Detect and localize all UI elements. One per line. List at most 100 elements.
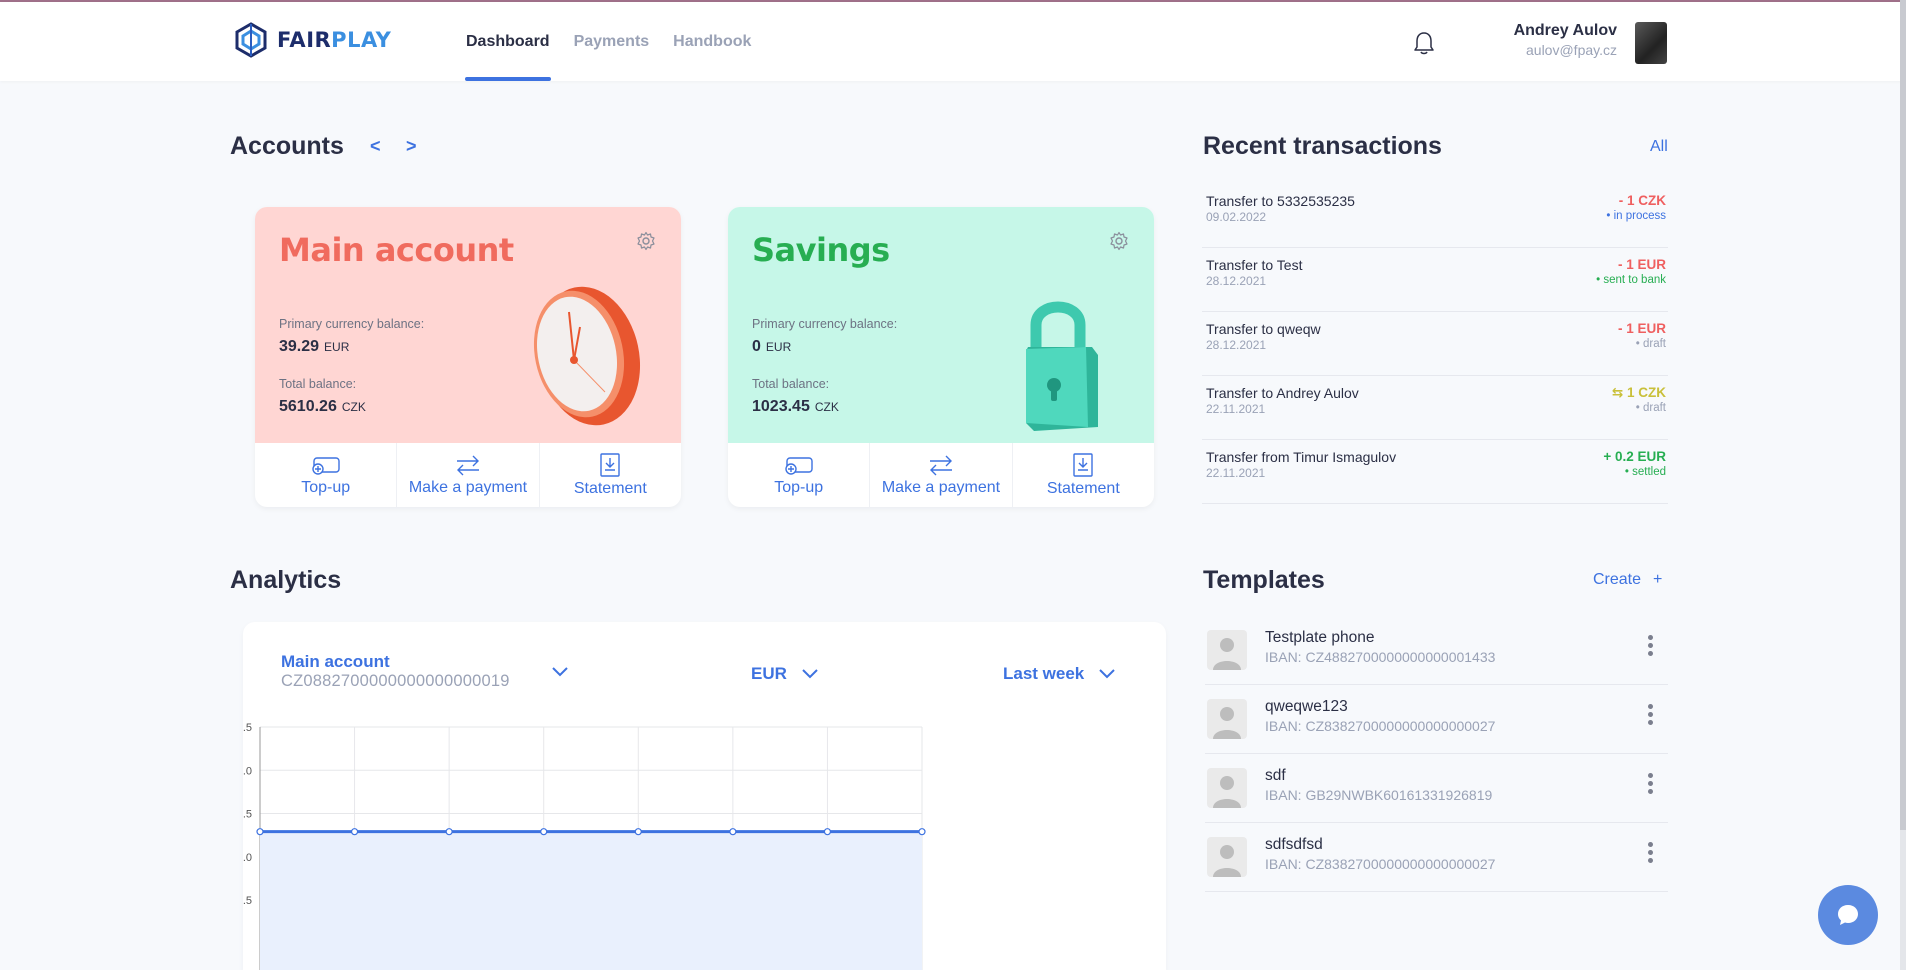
chat-bubble-icon <box>1838 905 1858 925</box>
nav-dashboard[interactable]: Dashboard <box>465 2 551 81</box>
avatar[interactable] <box>1635 22 1667 64</box>
template-row[interactable]: qweqwe123 IBAN: CZ8382700000000000000027 <box>1205 685 1668 754</box>
account-card-main[interactable]: Main account Primary currency balance: 3… <box>255 207 681 507</box>
transaction-date: 28.12.2021 <box>1206 274 1267 288</box>
topup-button[interactable]: Top-up <box>255 443 398 507</box>
transactions-title: Recent transactions <box>1203 132 1442 160</box>
transaction-row[interactable]: Transfer to qweqw 28.12.2021 - 1 EUR • d… <box>1202 312 1668 376</box>
brand-part1: FAIR <box>277 28 332 52</box>
primary-balance-label: Primary currency balance: <box>279 317 425 331</box>
statement-label: Statement <box>573 479 647 497</box>
template-name: Testplate phone <box>1265 629 1375 646</box>
templates-title: Templates <box>1203 566 1325 594</box>
y-tick-label: 40.5 <box>243 722 252 734</box>
topup-button[interactable]: Top-up <box>728 443 871 507</box>
gear-icon[interactable] <box>1109 231 1129 256</box>
transaction-status: • settled <box>1624 466 1666 478</box>
transaction-name: Transfer to Andrey Aulov <box>1206 385 1359 401</box>
transaction-row[interactable]: Transfer to Test 28.12.2021 - 1 EUR • se… <box>1202 248 1668 312</box>
topup-label: Top-up <box>301 478 351 496</box>
transaction-status: • draft <box>1635 338 1666 350</box>
logo[interactable]: FAIRPLAY <box>233 20 391 60</box>
nav-payments[interactable]: Payments <box>574 2 650 81</box>
transaction-row[interactable]: Transfer from Timur Ismagulov 22.11.2021… <box>1202 440 1668 504</box>
chart-point[interactable] <box>350 828 359 836</box>
user-info[interactable]: Andrey Aulov aulov@fpay.cz <box>1514 22 1617 58</box>
user-name: Andrey Aulov <box>1513 22 1617 39</box>
header: FAIRPLAY Dashboard Payments Handbook And… <box>0 2 1906 81</box>
transaction-name: Transfer to 5332535235 <box>1206 193 1355 209</box>
more-vertical-icon[interactable] <box>1648 773 1654 794</box>
transactions-list: Transfer to 5332535235 09.02.2022 - 1 CZ… <box>1202 184 1668 504</box>
template-name: qweqwe123 <box>1265 698 1348 715</box>
primary-balance-currency: EUR <box>324 340 350 354</box>
transaction-amount: - 1 EUR <box>1617 257 1666 272</box>
primary-balance-currency: EUR <box>765 340 792 354</box>
logo-icon <box>235 22 267 58</box>
y-tick-label: 40.0 <box>243 765 252 777</box>
transaction-row[interactable]: Transfer to Andrey Aulov 22.11.2021 ⇆ 1 … <box>1202 376 1668 440</box>
more-vertical-icon[interactable] <box>1648 842 1654 863</box>
card-actions: Top-up Make a payment Statement <box>255 443 681 507</box>
chart-point[interactable] <box>729 828 737 836</box>
transaction-status: • sent to bank <box>1596 274 1666 286</box>
total-balance-currency: CZK <box>341 400 366 414</box>
total-balance-amount: 5610.26 <box>279 398 337 415</box>
transaction-amount: - 1 EUR <box>1617 321 1666 336</box>
wallet-plus-icon <box>311 456 340 475</box>
make-payment-button[interactable]: Make a payment <box>397 443 540 507</box>
primary-balance-value: 0 EUR <box>752 338 791 356</box>
page-scrollbar[interactable] <box>1900 0 1906 970</box>
accounts-next-button[interactable]: > <box>406 136 417 157</box>
gear-icon[interactable] <box>636 231 656 256</box>
card-actions: Top-up Make a payment Statement <box>728 443 1154 507</box>
make-payment-button[interactable]: Make a payment <box>870 443 1013 507</box>
chart-point[interactable] <box>823 828 832 836</box>
padlock-illustration <box>1026 301 1098 431</box>
plus-icon: + <box>1653 571 1663 588</box>
transaction-amount: - 1 CZK <box>1618 193 1666 208</box>
chart-point[interactable] <box>918 828 926 836</box>
analytics-title: Analytics <box>230 566 342 594</box>
template-iban: IBAN: CZ8382700000000000000027 <box>1265 718 1496 734</box>
template-name: sdf <box>1265 767 1286 784</box>
template-row[interactable]: sdfsdfsd IBAN: CZ8382700000000000000027 <box>1205 823 1668 892</box>
statement-button[interactable]: Statement <box>540 443 681 507</box>
scrollbar-thumb[interactable] <box>1900 0 1906 830</box>
nav-handbook[interactable]: Handbook <box>673 2 751 81</box>
total-balance-value: 1023.45 CZK <box>752 398 839 416</box>
template-iban: IBAN: CZ8382700000000000000027 <box>1265 856 1496 872</box>
create-template-button[interactable]: Create + <box>1593 571 1662 589</box>
account-card-savings[interactable]: Savings Primary currency balance: 0 EUR T… <box>728 207 1154 507</box>
transaction-amount: ⇆ 1 CZK <box>1611 385 1666 400</box>
template-row[interactable]: sdf IBAN: GB29NWBK60161331926819 <box>1205 754 1668 823</box>
transactions-all-link[interactable]: All <box>1650 138 1668 156</box>
main-nav: Dashboard Payments Handbook <box>465 2 751 81</box>
y-tick-label: 39.5 <box>243 809 252 821</box>
analytics-panel: Main account CZ0882700000000000000019 EU… <box>243 622 1166 970</box>
total-balance-label: Total balance: <box>279 377 357 391</box>
transaction-date: 22.11.2021 <box>1206 466 1266 480</box>
transaction-amount: + 0.2 EUR <box>1603 449 1666 464</box>
more-vertical-icon[interactable] <box>1648 635 1654 656</box>
chat-button[interactable] <box>1818 885 1878 945</box>
templates-list: Testplate phone IBAN: CZ4882700000000000… <box>1205 616 1668 892</box>
transaction-name: Transfer from Timur Ismagulov <box>1206 449 1397 465</box>
more-vertical-icon[interactable] <box>1648 704 1654 725</box>
transfer-arrows-icon <box>456 455 479 475</box>
template-row[interactable]: Testplate phone IBAN: CZ4882700000000000… <box>1205 616 1668 685</box>
accounts-prev-button[interactable]: < <box>370 136 381 157</box>
chart-point[interactable] <box>540 828 548 836</box>
statement-icon <box>1073 452 1094 477</box>
wallet-plus-icon <box>784 456 813 475</box>
person-icon <box>1207 837 1247 877</box>
bell-icon[interactable] <box>1413 30 1435 61</box>
statement-button[interactable]: Statement <box>1013 443 1154 507</box>
transaction-row[interactable]: Transfer to 5332535235 09.02.2022 - 1 CZ… <box>1202 184 1668 248</box>
statement-icon <box>600 452 621 477</box>
chart-point[interactable] <box>634 828 642 836</box>
balance-chart: 40.5 40.0 39.5 39.0 38.5 <box>243 722 926 970</box>
chart-point[interactable] <box>445 828 453 836</box>
template-iban: IBAN: CZ4882700000000000001433 <box>1265 649 1496 665</box>
chart-point[interactable] <box>256 828 264 836</box>
